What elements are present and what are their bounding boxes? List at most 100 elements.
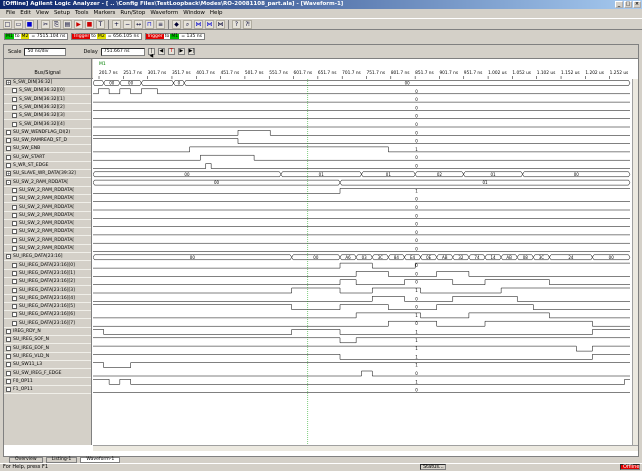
menu-tools[interactable]: Tools [75, 9, 89, 18]
marker-measurement[interactable]: M1 to M2 = 7515.104 ns [4, 32, 69, 40]
signal-checkbox[interactable] [6, 345, 11, 351]
signal-checkbox[interactable] [12, 113, 17, 119]
signal-icon[interactable]: ⋈ [205, 19, 214, 29]
signal-row[interactable]: - SU_SW_2_RAM_RDDATA[ [4, 179, 91, 187]
signal-row[interactable]: SU_SW_2_RAM_RDDATA[ [4, 237, 91, 245]
copy-icon[interactable]: ⎘ [52, 19, 61, 29]
signal-row[interactable]: SU_SW_2_RAM_RDDATA[ [4, 245, 91, 253]
signal-checkbox[interactable] [12, 221, 17, 227]
signal-checkbox[interactable] [12, 196, 17, 202]
signal-checkbox[interactable] [12, 320, 17, 326]
signal-checkbox[interactable] [12, 204, 17, 210]
menu-view[interactable]: View [36, 9, 49, 18]
first-icon[interactable]: |◀ [147, 48, 155, 59]
signal-checkbox[interactable] [12, 229, 17, 235]
signal-row[interactable]: SU_IREG_DATA[23:16][2] [4, 278, 91, 287]
menu-window[interactable]: Window [183, 9, 205, 18]
paste-icon[interactable]: ▤ [63, 19, 72, 29]
signal-checkbox[interactable] [12, 104, 17, 110]
signal-checkbox[interactable] [6, 378, 11, 384]
marker-measurement[interactable]: Trigger to M1 = 135 ns [144, 32, 206, 40]
signal-checkbox[interactable] [6, 129, 11, 135]
horizontal-scrollbar[interactable] [93, 445, 638, 451]
signal-checkbox[interactable] [12, 96, 17, 102]
close-button[interactable]: × [633, 1, 641, 8]
signal-checkbox[interactable] [12, 121, 17, 127]
signal-row[interactable]: SU_IREG_DATA[23:16][1] [4, 270, 91, 278]
zoom-fit-icon[interactable]: ↔ [134, 19, 143, 29]
signal-row[interactable]: S_SW_DIN[36:32][1] [4, 96, 91, 104]
signal-row[interactable]: SU_SW_2_RAM_RDDATA[ [4, 212, 91, 220]
menu-waveform[interactable]: Waveform [150, 9, 178, 18]
status-button[interactable]: Status... [420, 464, 446, 470]
signal-row[interactable]: SU_SW_2_RAM_RDDATA[ [4, 220, 91, 229]
save-icon[interactable]: ■ [25, 19, 34, 29]
next-icon[interactable]: ▶ [177, 48, 185, 55]
stop-icon[interactable]: ■ [85, 19, 94, 29]
signal-row[interactable]: S_SW_DIN[36:32][3] [4, 112, 91, 121]
signal-checkbox[interactable] [12, 262, 17, 268]
prev-icon[interactable]: ◀ [157, 48, 165, 55]
signal-row[interactable]: SU_SW_IREG_F_EDGE [4, 370, 91, 378]
waveform-icon[interactable]: ⊓ [145, 19, 154, 29]
context-help-icon[interactable]: ⁈ [243, 19, 252, 29]
signal-row[interactable]: IREG_RDY_N [4, 328, 91, 336]
signal-row[interactable]: S_SW_DIN[36:32][0] [4, 87, 91, 96]
signal-checkbox[interactable] [6, 337, 11, 343]
signal-row[interactable]: SU_SW_START [4, 154, 91, 162]
signal-row[interactable]: SU_SW_RAMREAD_ST_D [4, 137, 91, 146]
signal-checkbox[interactable] [12, 295, 17, 301]
signal-checkbox[interactable] [12, 187, 17, 193]
signal-row[interactable]: SU_SW_2_RAM_RDDATA[ [4, 187, 91, 195]
expand-toggle-icon[interactable]: - [6, 254, 11, 260]
menu-markers[interactable]: Markers [94, 9, 116, 18]
zoom-in-icon[interactable]: + [112, 19, 121, 29]
new-icon[interactable]: □ [3, 19, 12, 29]
signal-row[interactable]: SU_IREG_DATA[23:16][4] [4, 295, 91, 303]
signal-row[interactable]: F0_OP11 [4, 378, 91, 386]
waveform-area[interactable]: 00 00 0 00 0 0 0 0 0 0 0 1 0 0 00 01 01 02 01 00 00 01 1 0 0 0 0 0 0… [93, 79, 638, 445]
signal-row[interactable]: SU_IREG_DATA[23:16][0] [4, 262, 91, 270]
signal-checkbox[interactable] [6, 362, 11, 368]
cut-icon[interactable]: ✂ [41, 19, 50, 29]
signal-row[interactable]: SU_IREG_DATA[23:16][6] [4, 311, 91, 320]
signal-row[interactable]: + SU_SLAVE_WR_DATA[39:32] [4, 170, 91, 179]
signal-checkbox[interactable] [12, 270, 17, 276]
menu-setup[interactable]: Setup [54, 9, 70, 18]
menu-help[interactable]: Help [210, 9, 223, 18]
menu-run-stop[interactable]: Run/Stop [120, 9, 145, 18]
listing-icon[interactable]: ≡ [156, 19, 165, 29]
signal-row[interactable]: SU_SW_2_RAM_RDDATA[ [4, 195, 91, 204]
signal-checkbox[interactable] [6, 163, 11, 168]
vertical-scrollbar[interactable] [632, 79, 638, 445]
signal-row[interactable]: SU_SW11_L3 [4, 361, 91, 370]
compare-icon[interactable]: ⋈ [216, 19, 225, 29]
signal-checkbox[interactable] [6, 154, 11, 160]
signal-row[interactable]: S_SW_DIN[36:32][4] [4, 121, 91, 129]
signal-checkbox[interactable] [6, 370, 11, 376]
search-icon[interactable]: ⌕ [183, 19, 192, 29]
zoom-out-icon[interactable]: − [123, 19, 132, 29]
marker-m1-label[interactable]: M1 [99, 61, 106, 67]
maximize-button[interactable]: □ [624, 1, 632, 8]
signal-row[interactable]: S_WR_ST_EDGE [4, 162, 91, 170]
menu-edit[interactable]: Edit [20, 9, 31, 18]
delay-field[interactable]: 751.667 ns [100, 47, 145, 56]
signal-row[interactable]: SU_IREG_DATA[23:16][7] [4, 320, 91, 328]
signal-checkbox[interactable] [12, 304, 17, 310]
scale-field[interactable]: 50 ns/div [24, 47, 67, 56]
bus-icon[interactable]: ⋈ [194, 19, 203, 29]
last-icon[interactable]: ▶| [187, 48, 195, 55]
expand-toggle-icon[interactable]: - [6, 179, 11, 185]
signal-row[interactable]: SU_SW_ENB [4, 145, 91, 154]
marker-measurement[interactable]: Trigger to M2 = 656.105 ns [71, 32, 142, 40]
signal-checkbox[interactable] [6, 387, 11, 393]
signal-checkbox[interactable] [12, 246, 17, 251]
signal-row[interactable]: SU_IREG_VLD_N [4, 353, 91, 361]
expand-toggle-icon[interactable]: + [6, 80, 11, 85]
signal-row[interactable]: SU_SW_WENDFLAG_DI(2) [4, 129, 91, 137]
signal-row[interactable]: SU_SW_2_RAM_RDDATA[ [4, 204, 91, 212]
signal-row[interactable]: - SU_IREG_DATA[23:16] [4, 253, 91, 262]
signal-row[interactable]: F1_OP11 [4, 386, 91, 395]
signal-checkbox[interactable] [6, 329, 11, 334]
